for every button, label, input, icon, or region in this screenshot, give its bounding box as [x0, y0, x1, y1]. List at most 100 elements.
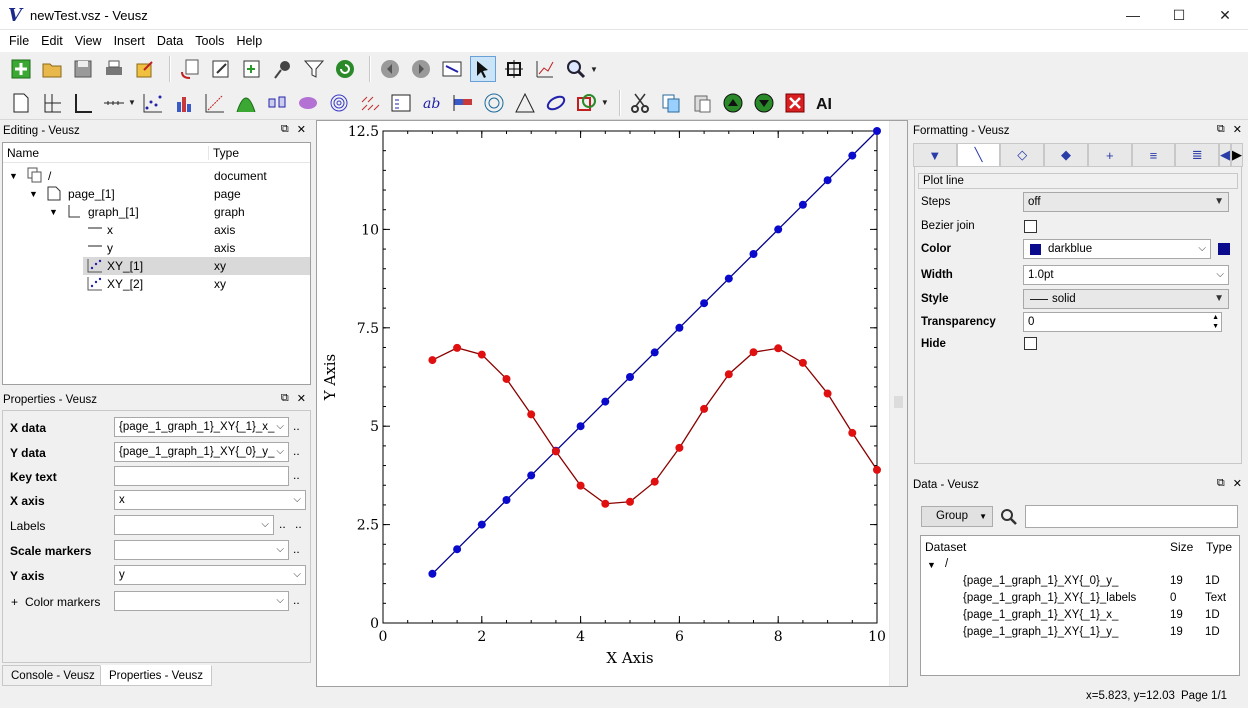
series-2-point[interactable] — [700, 404, 709, 413]
dataset-row[interactable]: {page_1_graph_1}_XY{_0}_y_ 19 1D — [921, 574, 1239, 591]
new-document-icon[interactable] — [8, 56, 34, 82]
previous-page-icon[interactable] — [377, 56, 403, 82]
series-2-point[interactable] — [848, 428, 857, 437]
chevron-down-icon[interactable]: ▼ — [9, 171, 18, 181]
close-icon[interactable]: ✕ — [1233, 477, 1242, 490]
scrollbar-thumb[interactable] — [894, 396, 903, 408]
chevron-down-icon[interactable]: ▼ — [128, 98, 136, 107]
col-size[interactable]: Size — [1170, 540, 1193, 554]
float-icon[interactable]: ⧉ — [1217, 123, 1225, 136]
chevron-down-icon[interactable]: ▼ — [601, 98, 609, 107]
tab-error-bar-icon[interactable]: + — [1087, 143, 1132, 167]
menu-help[interactable]: Help — [230, 30, 268, 52]
color-combo[interactable]: darkblue ⌵ — [1023, 239, 1211, 259]
float-icon[interactable]: ⧉ — [281, 123, 289, 136]
add-page-icon[interactable] — [8, 90, 34, 116]
series-1-point[interactable] — [626, 373, 634, 381]
series-1-point[interactable] — [823, 176, 832, 185]
float-icon[interactable]: ⧉ — [1217, 477, 1225, 490]
save-icon[interactable] — [70, 56, 96, 82]
series-2-point[interactable] — [477, 350, 486, 359]
series-1-point[interactable] — [453, 545, 462, 554]
series-1-point[interactable] — [675, 323, 684, 332]
export-icon[interactable] — [132, 56, 158, 82]
col-dataset[interactable]: Dataset — [925, 540, 966, 554]
series-2-point[interactable] — [873, 465, 881, 474]
col-type[interactable]: Type — [1206, 540, 1232, 554]
series-1-point[interactable] — [576, 422, 585, 431]
y-data-combo[interactable]: {page_1_graph_1}_XY{_0}_y_ ⌵ — [114, 442, 289, 462]
create-dataset-icon[interactable] — [239, 56, 265, 82]
add-fit-icon[interactable] — [233, 90, 259, 116]
series-2-point[interactable] — [774, 344, 783, 353]
series-1-point[interactable] — [749, 250, 758, 258]
scale-markers-combo[interactable]: ⌵ — [114, 540, 289, 560]
add-shape-icon[interactable] — [574, 90, 600, 116]
dataset-root[interactable]: ▼ / — [921, 557, 1239, 574]
series-2-point[interactable] — [576, 481, 585, 490]
copy-icon[interactable] — [658, 90, 684, 116]
transparency-spinbox[interactable]: 0 ▲ ▼ — [1023, 312, 1222, 332]
add-boxplot-icon[interactable] — [264, 90, 290, 116]
series-1-point[interactable] — [502, 496, 511, 504]
close-icon[interactable]: ✕ — [1233, 123, 1242, 136]
filter-icon[interactable] — [301, 56, 327, 82]
chevron-down-icon[interactable]: ▼ — [590, 65, 598, 74]
open-folder-icon[interactable] — [39, 56, 65, 82]
series-1-point[interactable] — [774, 225, 783, 234]
dataset-row[interactable]: {page_1_graph_1}_XY{_1}_x_ 19 1D — [921, 608, 1239, 625]
menu-tools[interactable]: Tools — [189, 30, 230, 52]
series-2-point[interactable] — [798, 358, 807, 367]
add-colorbar-icon[interactable] — [450, 90, 476, 116]
series-2-point[interactable] — [601, 499, 610, 508]
series-2-point[interactable] — [724, 370, 733, 379]
view-page-icon[interactable] — [439, 56, 465, 82]
add-vector-field-icon[interactable] — [357, 90, 383, 116]
chevron-down-icon[interactable]: ▼ — [927, 560, 936, 570]
tree-row-y-axis[interactable]: y axis — [3, 239, 310, 257]
tree-row-x-axis[interactable]: x axis — [3, 221, 310, 239]
tree-row-graph[interactable]: ▼ graph_[1] graph — [3, 203, 310, 221]
add-ellipse-icon[interactable] — [543, 90, 569, 116]
tree-row-page[interactable]: ▼ page_[1] page — [3, 185, 310, 203]
color-picker-button[interactable] — [1218, 243, 1230, 255]
series-2-point[interactable] — [823, 389, 832, 398]
series-1-point[interactable] — [650, 348, 659, 357]
style-combo[interactable]: solid ▼ — [1023, 289, 1229, 309]
add-key-icon[interactable] — [388, 90, 414, 116]
tab-properties[interactable]: Properties - Veusz — [100, 665, 212, 686]
next-page-icon[interactable] — [408, 56, 434, 82]
color-markers-combo[interactable]: ⌵ — [114, 591, 289, 611]
series-2-point[interactable] — [551, 447, 560, 456]
dataset-row[interactable]: {page_1_graph_1}_XY{_1}_labels 0 Text — [921, 591, 1239, 608]
tree-row-document[interactable]: ▼ / document — [3, 167, 310, 185]
zoom-graph-icon[interactable] — [532, 56, 558, 82]
add-polar-icon[interactable] — [481, 90, 507, 116]
tab-fill-below-icon[interactable]: ≡ — [1131, 143, 1176, 167]
close-icon[interactable]: ✕ — [297, 123, 306, 136]
menu-insert[interactable]: Insert — [108, 30, 151, 52]
menu-edit[interactable]: Edit — [35, 30, 69, 52]
series-2-point[interactable] — [453, 343, 462, 352]
tab-scroll-left-icon[interactable]: ◀ — [1219, 143, 1232, 167]
add-graph-icon[interactable] — [70, 90, 96, 116]
add-bar-icon[interactable] — [171, 90, 197, 116]
plot-view[interactable]: 0 2 4 6 8 10 0 2.5 5 7.5 10 12.5 X Axis Y Axis — [316, 120, 908, 687]
x-data-combo[interactable]: {page_1_graph_1}_XY{_1}_x_ ⌵ — [114, 417, 289, 437]
group-button[interactable]: Group ▼ — [921, 506, 993, 527]
series-1-point[interactable] — [848, 151, 857, 160]
series-1-point[interactable] — [601, 397, 610, 406]
data-search-input[interactable] — [1025, 505, 1238, 528]
add-grid-icon[interactable] — [39, 90, 65, 116]
tree-row-xy2[interactable]: XY_[2] xy — [3, 275, 310, 293]
width-combo[interactable]: 1.0pt ⌵ — [1023, 265, 1229, 285]
expand-icon[interactable]: + — [11, 595, 18, 609]
cut-scissors-icon[interactable] — [627, 90, 653, 116]
menu-file[interactable]: File — [3, 30, 35, 52]
move-down-icon[interactable] — [751, 90, 777, 116]
import-data-icon[interactable] — [177, 56, 203, 82]
search-icon[interactable] — [999, 507, 1019, 530]
tree-row-xy1[interactable]: XY_[1] xy — [83, 257, 310, 275]
series-1-point[interactable] — [527, 471, 536, 480]
scale-markers-more-button[interactable]: .. — [293, 542, 300, 556]
